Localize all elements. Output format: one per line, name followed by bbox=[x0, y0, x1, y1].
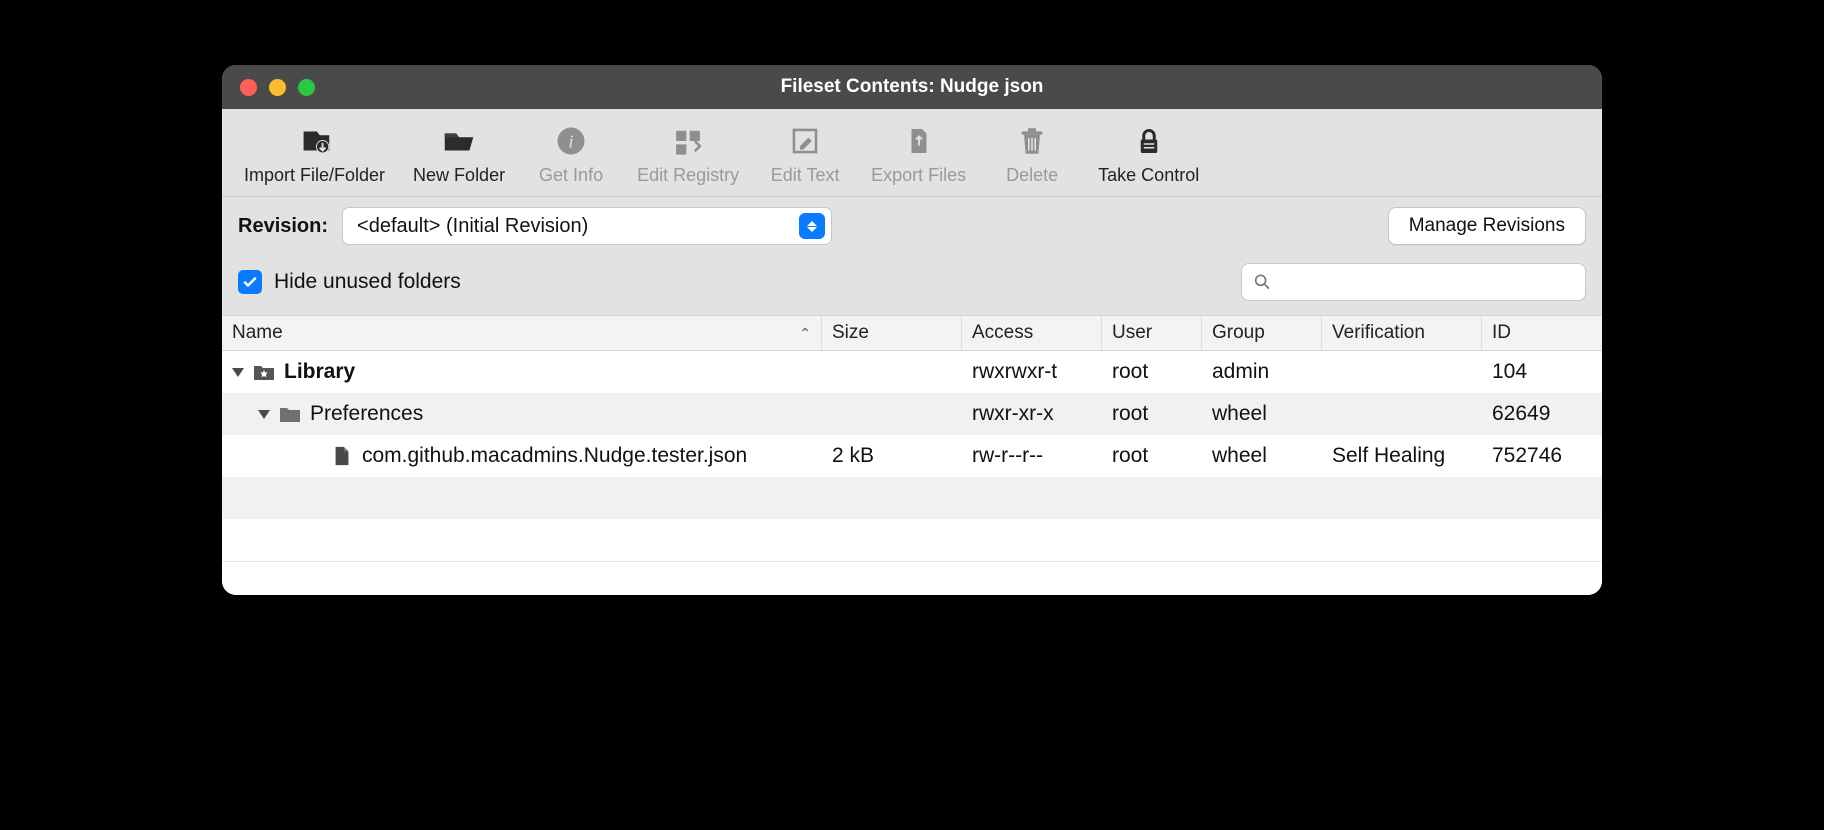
cell-id: 104 bbox=[1482, 360, 1602, 384]
cell-name: com.github.macadmins.Nudge.tester.json bbox=[222, 444, 822, 468]
registry-icon bbox=[668, 121, 708, 161]
table-row bbox=[222, 519, 1602, 561]
window-title: Fileset Contents: Nudge json bbox=[222, 76, 1602, 98]
revision-select[interactable]: <default> (Initial Revision) bbox=[342, 207, 832, 245]
toolbar-label: Delete bbox=[1006, 165, 1058, 186]
chevron-updown-icon bbox=[799, 213, 825, 239]
window-footer bbox=[222, 561, 1602, 595]
column-header-group[interactable]: Group bbox=[1202, 316, 1322, 350]
folder-open-icon bbox=[439, 121, 479, 161]
folder-star-icon bbox=[252, 360, 276, 384]
row-name: com.github.macadmins.Nudge.tester.json bbox=[362, 444, 747, 468]
import-icon bbox=[295, 121, 335, 161]
toolbar-label: New Folder bbox=[413, 165, 505, 186]
column-header-verification[interactable]: Verification bbox=[1322, 316, 1482, 350]
cell-user: root bbox=[1102, 444, 1202, 468]
edit-text-button: Edit Text bbox=[755, 117, 855, 190]
column-header-size[interactable]: Size bbox=[822, 316, 962, 350]
info-icon: i bbox=[551, 121, 591, 161]
cell-verification: Self Healing bbox=[1322, 444, 1482, 468]
cell-size: 2 kB bbox=[822, 444, 962, 468]
toolbar-label: Get Info bbox=[539, 165, 603, 186]
new-folder-button[interactable]: New Folder bbox=[401, 117, 517, 190]
table-row[interactable]: Preferences rwxr-xr-x root wheel 62649 bbox=[222, 393, 1602, 435]
toolbar: Import File/Folder New Folder i Get Info… bbox=[222, 109, 1602, 197]
table-header: Name⌃ Size Access User Group Verificatio… bbox=[222, 315, 1602, 351]
export-icon bbox=[899, 121, 939, 161]
button-label: Manage Revisions bbox=[1409, 215, 1565, 237]
edit-registry-button: Edit Registry bbox=[625, 117, 751, 190]
cell-user: root bbox=[1102, 360, 1202, 384]
titlebar: Fileset Contents: Nudge json bbox=[222, 65, 1602, 109]
revision-bar: Revision: <default> (Initial Revision) M… bbox=[222, 197, 1602, 257]
cell-access: rwxr-xr-x bbox=[962, 402, 1102, 426]
column-header-access[interactable]: Access bbox=[962, 316, 1102, 350]
traffic-lights bbox=[240, 79, 315, 96]
revision-value: <default> (Initial Revision) bbox=[357, 215, 588, 238]
cell-id: 752746 bbox=[1482, 444, 1602, 468]
cell-access: rwxrwxr-t bbox=[962, 360, 1102, 384]
column-header-user[interactable]: User bbox=[1102, 316, 1202, 350]
take-control-button[interactable]: Take Control bbox=[1086, 117, 1211, 190]
disclosure-triangle-icon[interactable] bbox=[258, 410, 270, 419]
lock-icon bbox=[1129, 121, 1169, 161]
folder-icon bbox=[278, 402, 302, 426]
minimize-button[interactable] bbox=[269, 79, 286, 96]
search-field[interactable] bbox=[1241, 263, 1586, 301]
edit-text-icon bbox=[785, 121, 825, 161]
cell-group: wheel bbox=[1202, 402, 1322, 426]
row-name: Preferences bbox=[310, 402, 423, 426]
column-header-name[interactable]: Name⌃ bbox=[222, 316, 822, 350]
toolbar-label: Take Control bbox=[1098, 165, 1199, 186]
table-row bbox=[222, 477, 1602, 519]
trash-icon bbox=[1012, 121, 1052, 161]
table-body: Library rwxrwxr-t root admin 104 Prefere… bbox=[222, 351, 1602, 561]
export-files-button: Export Files bbox=[859, 117, 978, 190]
close-button[interactable] bbox=[240, 79, 257, 96]
hide-unused-checkbox[interactable] bbox=[238, 270, 262, 294]
cell-user: root bbox=[1102, 402, 1202, 426]
cell-group: admin bbox=[1202, 360, 1322, 384]
window: Fileset Contents: Nudge json Import File… bbox=[222, 65, 1602, 595]
zoom-button[interactable] bbox=[298, 79, 315, 96]
revision-label: Revision: bbox=[238, 215, 328, 238]
search-icon bbox=[1254, 273, 1271, 291]
cell-access: rw-r--r-- bbox=[962, 444, 1102, 468]
column-header-id[interactable]: ID bbox=[1482, 316, 1602, 350]
get-info-button: i Get Info bbox=[521, 117, 621, 190]
table-row[interactable]: Library rwxrwxr-t root admin 104 bbox=[222, 351, 1602, 393]
options-row: Hide unused folders bbox=[222, 257, 1602, 315]
cell-group: wheel bbox=[1202, 444, 1322, 468]
file-icon bbox=[330, 444, 354, 468]
row-name: Library bbox=[284, 360, 355, 384]
search-input[interactable] bbox=[1279, 272, 1573, 293]
import-file-folder-button[interactable]: Import File/Folder bbox=[232, 117, 397, 190]
table-row[interactable]: com.github.macadmins.Nudge.tester.json 2… bbox=[222, 435, 1602, 477]
svg-text:i: i bbox=[569, 131, 574, 151]
delete-button: Delete bbox=[982, 117, 1082, 190]
sort-indicator-icon: ⌃ bbox=[799, 325, 811, 342]
toolbar-label: Edit Text bbox=[771, 165, 840, 186]
hide-unused-label: Hide unused folders bbox=[274, 270, 461, 294]
cell-id: 62649 bbox=[1482, 402, 1602, 426]
toolbar-label: Export Files bbox=[871, 165, 966, 186]
toolbar-label: Import File/Folder bbox=[244, 165, 385, 186]
disclosure-triangle-icon[interactable] bbox=[232, 368, 244, 377]
manage-revisions-button[interactable]: Manage Revisions bbox=[1388, 207, 1586, 245]
toolbar-label: Edit Registry bbox=[637, 165, 739, 186]
cell-name: Preferences bbox=[222, 402, 822, 426]
cell-name: Library bbox=[222, 360, 822, 384]
